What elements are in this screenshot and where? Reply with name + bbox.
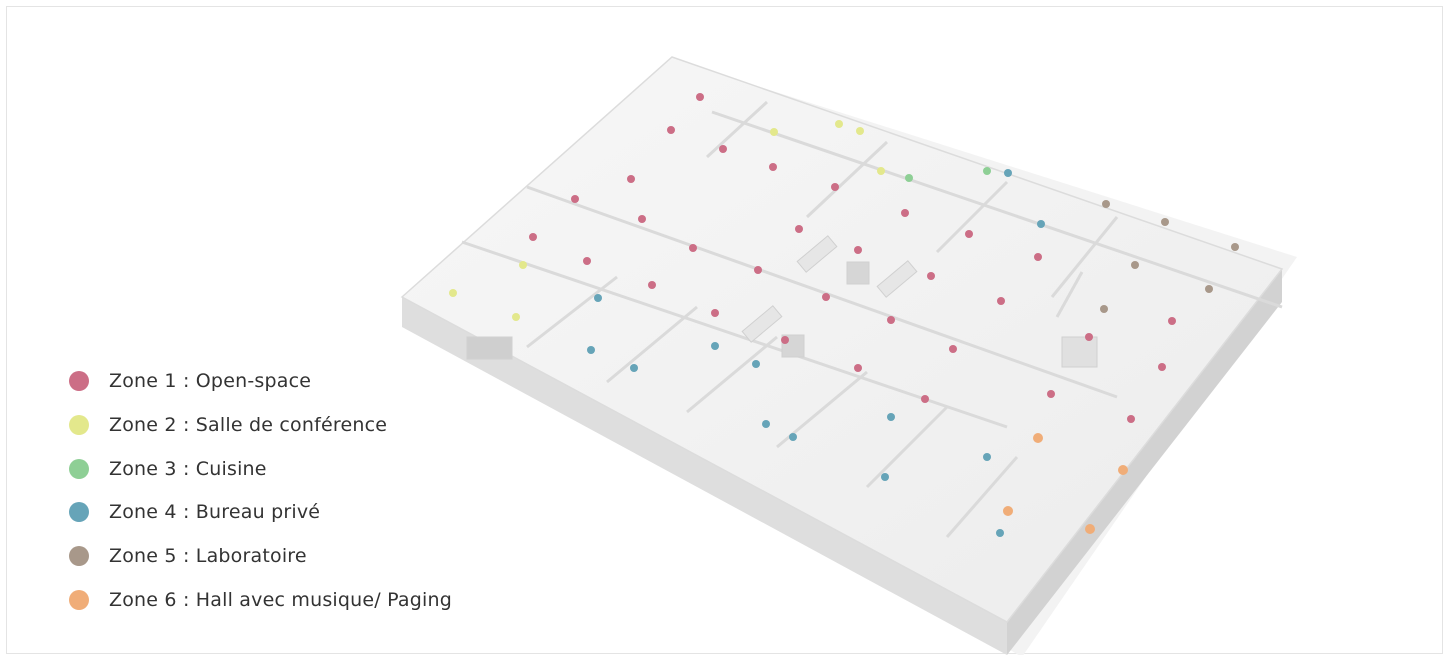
zone-1-dot — [69, 371, 89, 391]
figure-frame: Zone 1 : Open-space Zone 2 : Salle de co… — [6, 6, 1443, 655]
zone-5-dot — [69, 546, 89, 566]
legend-item-zone-3: Zone 3 : Cuisine — [69, 455, 267, 483]
zone-6-dot — [69, 590, 89, 610]
legend-item-zone-6: Zone 6 : Hall avec musique/ Paging — [69, 586, 452, 614]
legend-label: Zone 1 : Open-space — [109, 370, 312, 392]
legend-label: Zone 2 : Salle de conférence — [109, 414, 388, 436]
legend-item-zone-4: Zone 4 : Bureau privé — [69, 498, 320, 526]
legend-item-zone-5: Zone 5 : Laboratoire — [69, 542, 307, 570]
zone-2-dot — [69, 415, 89, 435]
legend-label: Zone 4 : Bureau privé — [109, 501, 321, 523]
legend-label: Zone 3 : Cuisine — [109, 458, 267, 480]
legend-item-zone-1: Zone 1 : Open-space — [69, 367, 311, 395]
zone-4-dot — [69, 502, 89, 522]
legend-label: Zone 6 : Hall avec musique/ Paging — [109, 589, 453, 611]
zone-3-dot — [69, 459, 89, 479]
legend-item-zone-2: Zone 2 : Salle de conférence — [69, 411, 387, 439]
legend-label: Zone 5 : Laboratoire — [109, 545, 307, 567]
